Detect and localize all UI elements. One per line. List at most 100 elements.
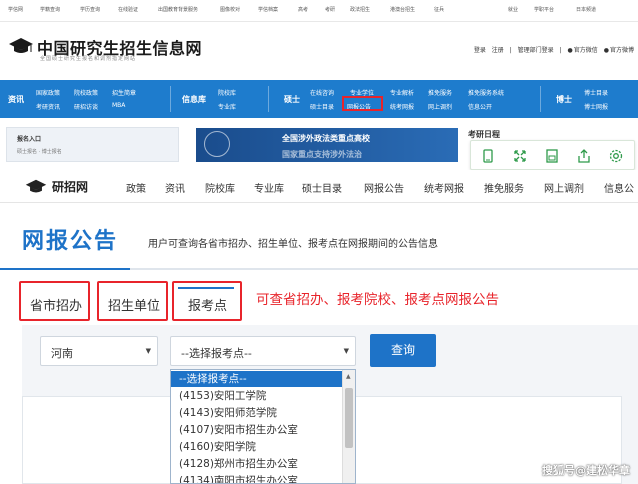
portal-link[interactable]: 征兵	[434, 6, 444, 13]
highlight-box-wangbao-gonggao	[342, 96, 383, 111]
chevron-down-icon: ▼	[145, 347, 151, 355]
expand-icon[interactable]	[512, 148, 528, 164]
promo-banner[interactable]: 全国涉外政法类重点高校 国家重点支持涉外法治	[196, 128, 458, 162]
dropdown-scrollbar[interactable]: ▲	[342, 370, 355, 483]
nav-link[interactable]: 专业库	[218, 102, 236, 111]
nav-link[interactable]: 博士网报	[584, 102, 608, 111]
nav-link[interactable]: 院校库	[218, 88, 236, 97]
portal-link[interactable]: 考研	[325, 6, 335, 13]
title-divider	[0, 268, 638, 270]
signup-entry-links[interactable]: 硕士报名 · 博士报名	[17, 148, 62, 155]
nav-header-xinxiku[interactable]: 信息库	[182, 94, 206, 105]
dropdown-option[interactable]: (4128)郑州市招生办公室	[171, 456, 343, 472]
nav-header-zixun[interactable]: 资讯	[8, 94, 24, 105]
nav-link[interactable]: 院校政策	[74, 88, 98, 97]
dropdown-option[interactable]: (4153)安阳工学院	[171, 388, 343, 404]
mortarboard-logo-icon	[25, 179, 47, 193]
signup-entry-card: 报名入口 硕士报名 · 博士报名	[6, 127, 179, 162]
share-icon[interactable]	[576, 148, 592, 164]
nav-divider	[540, 86, 541, 112]
nav-divider	[268, 86, 269, 112]
nav-tab-policy[interactable]: 政策	[126, 180, 146, 195]
main-blue-nav: 资讯 国家政策 院校政策 招生简章 考研资讯 研招访谈 MBA 信息库 院校库 …	[0, 80, 638, 118]
dropdown-option[interactable]: (4143)安阳师范学院	[171, 405, 343, 421]
banner-line2: 国家重点支持涉外法治	[282, 150, 362, 159]
portal-link[interactable]: 学信网	[8, 6, 23, 13]
nav-tab-info-disclosure[interactable]: 信息公	[604, 180, 634, 195]
nav-link[interactable]: 在线咨询	[310, 88, 334, 97]
tab-exam-site[interactable]: 报考点	[188, 295, 227, 314]
nav-link[interactable]: 统考网报	[390, 102, 414, 111]
save-icon[interactable]	[544, 148, 560, 164]
weibo-icon: ●	[603, 47, 609, 54]
tablet-icon[interactable]	[480, 148, 496, 164]
nav-header-boshi[interactable]: 博士	[556, 94, 572, 105]
portal-link[interactable]: 学历查询	[80, 6, 100, 13]
portal-link[interactable]: 学籍查询	[40, 6, 60, 13]
query-button[interactable]: 查询	[370, 334, 436, 367]
portal-link[interactable]: 图像校对	[220, 6, 240, 13]
wechat-icon: ●	[567, 47, 573, 54]
dropdown-option[interactable]: --选择报考点--	[171, 371, 343, 387]
nav-link[interactable]: MBA	[112, 102, 125, 109]
site-subtitle: 全国硕士研究生报名和调剂指定网站	[40, 56, 137, 62]
nav-tab-master-catalog[interactable]: 硕士目录	[302, 180, 342, 195]
exam-point-select[interactable]: --选择报考点-- ▼	[170, 336, 356, 366]
nav-tab-announcements[interactable]: 网报公告	[364, 180, 404, 195]
nav-link[interactable]: 博士目录	[584, 88, 608, 97]
nav-tab-exam-registration[interactable]: 统考网报	[424, 180, 464, 195]
portal-link[interactable]: 政法招生	[350, 6, 370, 13]
nav-divider	[170, 86, 171, 112]
tab-province-office[interactable]: 省市招办	[30, 295, 82, 314]
tab-admission-unit[interactable]: 招生单位	[108, 295, 160, 314]
separator: |	[559, 47, 562, 54]
calendar-heading: 考研日程	[468, 130, 500, 139]
nav-tab-schools[interactable]: 院校库	[205, 180, 235, 195]
banner-line1: 全国涉外政法类重点高校	[282, 134, 370, 143]
admin-login-link[interactable]: 管理部门登录	[518, 47, 554, 54]
nav-link[interactable]: 硕士目录	[310, 102, 334, 111]
portal-link[interactable]: 日本频道	[576, 6, 596, 13]
nav-link[interactable]: 推免服务系统	[468, 88, 504, 97]
portal-link[interactable]: 学职平台	[534, 6, 554, 13]
portal-link[interactable]: 在线验证	[118, 6, 138, 13]
nav-link[interactable]: 网上调剂	[428, 102, 452, 111]
nav-header-shuoshi[interactable]: 硕士	[284, 94, 300, 105]
nav-link[interactable]: 招生简章	[112, 88, 136, 97]
scrollbar-thumb[interactable]	[345, 388, 353, 448]
exam-point-select-value: --选择报考点--	[181, 347, 252, 360]
nav-link[interactable]: 专业解析	[390, 88, 414, 97]
exam-point-dropdown-list: --选择报考点-- (4153)安阳工学院 (4143)安阳师范学院 (4107…	[170, 369, 356, 484]
yzw-title[interactable]: 研招网	[52, 178, 88, 195]
dropdown-option[interactable]: (4160)安阳学院	[171, 439, 343, 455]
nav-tab-recommendation[interactable]: 推免服务	[484, 180, 524, 195]
wechat-link[interactable]: 官方微信	[574, 47, 598, 54]
dropdown-option[interactable]: (4134)南阳市招生办公室	[171, 473, 343, 483]
login-link[interactable]: 登录	[474, 47, 486, 54]
portal-link[interactable]: 高考	[298, 6, 308, 13]
nav-link[interactable]: 信息公开	[468, 102, 492, 111]
nav-link[interactable]: 考研资讯	[36, 102, 60, 111]
portal-links-bar: 学信网 学籍查询 学历查询 在线验证 出国教育背景服务 图像校对 学信档案 高考…	[0, 0, 638, 22]
portal-link[interactable]: 港澳台招生	[390, 6, 415, 13]
nav-tab-majors[interactable]: 专业库	[254, 180, 284, 195]
nav-link[interactable]: 推免服务	[428, 88, 452, 97]
nav-link[interactable]: 国家政策	[36, 88, 60, 97]
settings-icon[interactable]	[608, 148, 624, 164]
portal-link[interactable]: 学信档案	[258, 6, 278, 13]
mortarboard-logo-icon	[9, 38, 33, 53]
nav-tab-news[interactable]: 资讯	[165, 180, 185, 195]
page-title: 网报公告	[22, 229, 119, 254]
signup-entry-title: 报名入口	[17, 136, 42, 143]
university-emblem-icon	[204, 131, 230, 157]
province-select-value: 河南	[51, 347, 73, 360]
dropdown-option[interactable]: (4107)安阳市招生办公室	[171, 422, 343, 438]
nav-tab-adjustment[interactable]: 网上调剂	[544, 180, 584, 195]
portal-link[interactable]: 就业	[508, 6, 518, 13]
weibo-link[interactable]: 官方微博	[610, 47, 634, 54]
nav-link[interactable]: 研招访谈	[74, 102, 98, 111]
register-link[interactable]: 注册	[492, 47, 504, 54]
scroll-up-arrow-icon[interactable]: ▲	[346, 373, 351, 380]
portal-link[interactable]: 出国教育背景服务	[158, 6, 198, 13]
province-select[interactable]: 河南 ▼	[40, 336, 158, 366]
